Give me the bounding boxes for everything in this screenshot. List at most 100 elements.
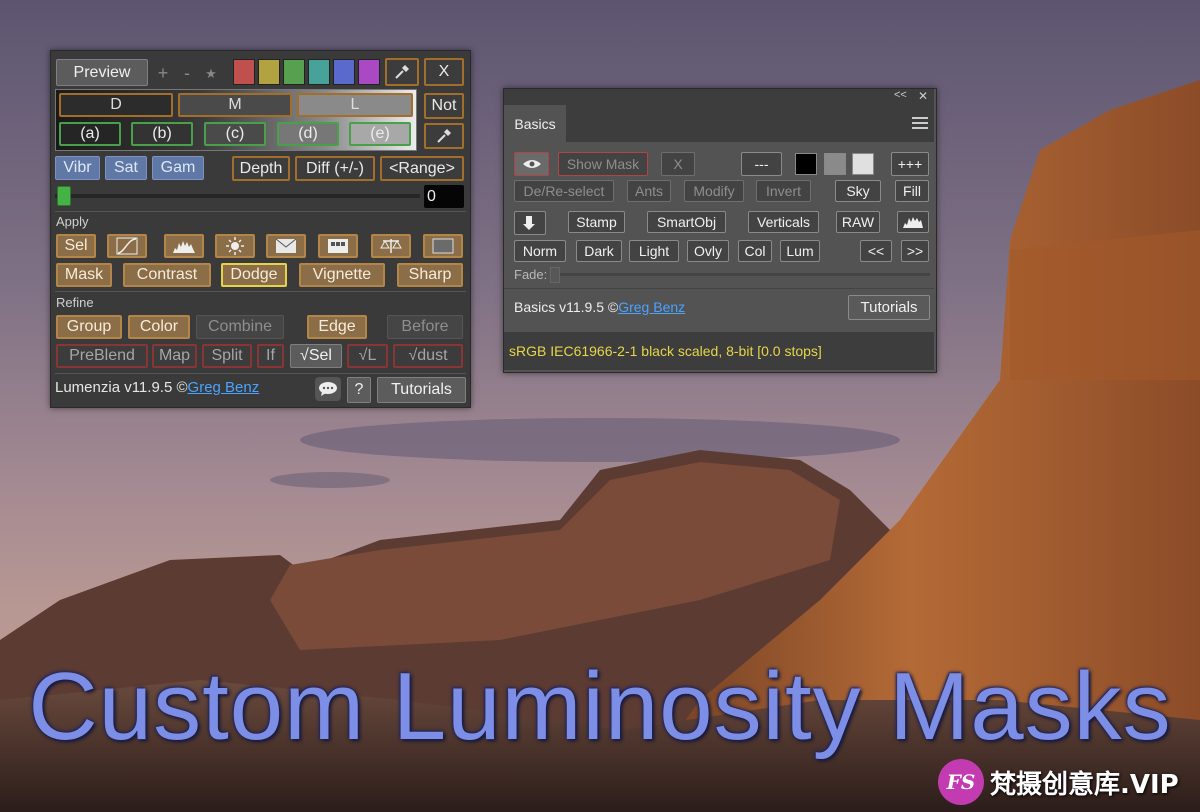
zone-d-button[interactable]: D <box>59 93 173 117</box>
swatch-gray[interactable] <box>824 153 846 175</box>
swatch-yellow[interactable] <box>258 59 280 85</box>
split-button[interactable]: Split <box>202 344 252 368</box>
x-button[interactable]: X <box>661 152 695 176</box>
zone-l-button[interactable]: L <box>297 93 413 117</box>
next-button[interactable]: >> <box>901 240 929 262</box>
contrast-button[interactable]: Contrast <box>123 263 211 287</box>
swatch-cyan[interactable] <box>308 59 330 85</box>
invert-button[interactable]: Invert <box>756 180 811 202</box>
eye-button[interactable] <box>514 152 549 176</box>
zone-eyedropper-button[interactable] <box>424 123 464 149</box>
curves-button[interactable] <box>107 234 147 258</box>
slider-handle[interactable] <box>57 186 71 206</box>
show-mask-button[interactable]: Show Mask <box>558 152 648 176</box>
collapse-button[interactable]: << <box>894 89 907 101</box>
check-dust-button[interactable]: √dust <box>393 344 463 368</box>
range-button[interactable]: <Range> <box>380 156 464 181</box>
arrow-down-icon <box>523 216 535 230</box>
fade-label: Fade: <box>514 267 548 282</box>
mask-button[interactable]: Mask <box>56 263 112 287</box>
add-button[interactable]: + <box>154 61 172 85</box>
dashes-button[interactable]: --- <box>741 152 782 176</box>
not-button[interactable]: Not <box>424 93 464 119</box>
panel-close-button[interactable]: ✕ <box>918 89 928 103</box>
swatch-black[interactable] <box>795 153 817 175</box>
fill-button[interactable]: Fill <box>895 180 929 202</box>
smartobj-button[interactable]: SmartObj <box>647 211 726 233</box>
zone-a-button[interactable]: (a) <box>59 122 121 146</box>
tutorials-button[interactable]: Tutorials <box>848 295 930 320</box>
combine-button[interactable]: Combine <box>196 315 284 339</box>
dodge-button[interactable]: Dodge <box>221 263 287 287</box>
slider-value-field[interactable]: 0 <box>424 185 464 208</box>
check-l-button[interactable]: √L <box>347 344 388 368</box>
diff-button[interactable]: Diff (+/-) <box>295 156 375 181</box>
modify-button[interactable]: Modify <box>684 180 744 202</box>
before-button[interactable]: Before <box>387 315 463 339</box>
col-button[interactable]: Col <box>738 240 772 262</box>
sky-button[interactable]: Sky <box>835 180 881 202</box>
zone-m-button[interactable]: M <box>178 93 292 117</box>
balance-button[interactable] <box>371 234 411 258</box>
help-button[interactable]: ? <box>347 377 371 403</box>
ants-button[interactable]: Ants <box>627 180 671 202</box>
swatch-blue[interactable] <box>333 59 355 85</box>
swatch-white[interactable] <box>852 153 874 175</box>
fade-slider-handle[interactable] <box>550 267 560 283</box>
tutorials-button[interactable]: Tutorials <box>377 377 466 403</box>
histogram-button[interactable] <box>897 211 929 233</box>
swatch-green[interactable] <box>283 59 305 85</box>
zone-e-button[interactable]: (e) <box>349 122 411 146</box>
raw-button[interactable]: RAW <box>836 211 880 233</box>
group-button[interactable]: Group <box>56 315 122 339</box>
subtract-button[interactable]: - <box>178 61 196 85</box>
check-sel-button[interactable]: √Sel <box>290 344 342 368</box>
levels-button[interactable] <box>164 234 204 258</box>
dark-button[interactable]: Dark <box>576 240 622 262</box>
star-button[interactable]: ★ <box>202 63 220 85</box>
author-link[interactable]: Greg Benz <box>618 299 685 315</box>
tab-basics[interactable]: Basics <box>504 105 566 142</box>
close-button[interactable]: X <box>424 58 464 86</box>
panel-menu-icon[interactable] <box>912 117 928 129</box>
zone-c-button[interactable]: (c) <box>204 122 266 146</box>
plus3-button[interactable]: +++ <box>891 152 929 176</box>
sun-icon <box>226 237 244 255</box>
norm-button[interactable]: Norm <box>514 240 566 262</box>
edge-button[interactable]: Edge <box>307 315 367 339</box>
gam-button[interactable]: Gam <box>152 156 204 180</box>
brightness-button[interactable] <box>215 234 255 258</box>
blank-layer-button[interactable] <box>423 234 463 258</box>
vignette-button[interactable]: Vignette <box>299 263 385 287</box>
channels-button[interactable] <box>318 234 358 258</box>
chat-button[interactable] <box>315 377 341 401</box>
preview-button[interactable]: Preview <box>56 59 148 86</box>
fade-slider[interactable] <box>550 273 930 276</box>
ovly-button[interactable]: Ovly <box>687 240 729 262</box>
map-button[interactable]: Map <box>152 344 197 368</box>
lum-button[interactable]: Lum <box>780 240 820 262</box>
zone-b-button[interactable]: (b) <box>131 122 193 146</box>
swatch-magenta[interactable] <box>358 59 380 85</box>
sat-button[interactable]: Sat <box>105 156 147 180</box>
deresel-button[interactable]: De/Re-select <box>514 180 614 202</box>
prev-button[interactable]: << <box>860 240 892 262</box>
opacity-slider[interactable] <box>55 185 420 207</box>
if-button[interactable]: If <box>257 344 284 368</box>
color-button[interactable]: Color <box>128 315 190 339</box>
footer-version: Basics v11.9.5 © <box>514 299 619 315</box>
envelope-button[interactable] <box>266 234 306 258</box>
vibr-button[interactable]: Vibr <box>55 156 100 180</box>
stamp-button[interactable]: Stamp <box>568 211 625 233</box>
swatch-red[interactable] <box>233 59 255 85</box>
eyedropper-button[interactable] <box>385 58 419 86</box>
light-button[interactable]: Light <box>629 240 679 262</box>
sel-button[interactable]: Sel <box>56 234 96 258</box>
verticals-button[interactable]: Verticals <box>748 211 819 233</box>
depth-button[interactable]: Depth <box>232 156 290 181</box>
author-link[interactable]: Greg Benz <box>188 379 260 396</box>
zone-d-lower-button[interactable]: (d) <box>277 122 339 146</box>
sharp-button[interactable]: Sharp <box>397 263 463 287</box>
preblend-button[interactable]: PreBlend <box>56 344 148 368</box>
merge-down-button[interactable] <box>514 211 546 235</box>
